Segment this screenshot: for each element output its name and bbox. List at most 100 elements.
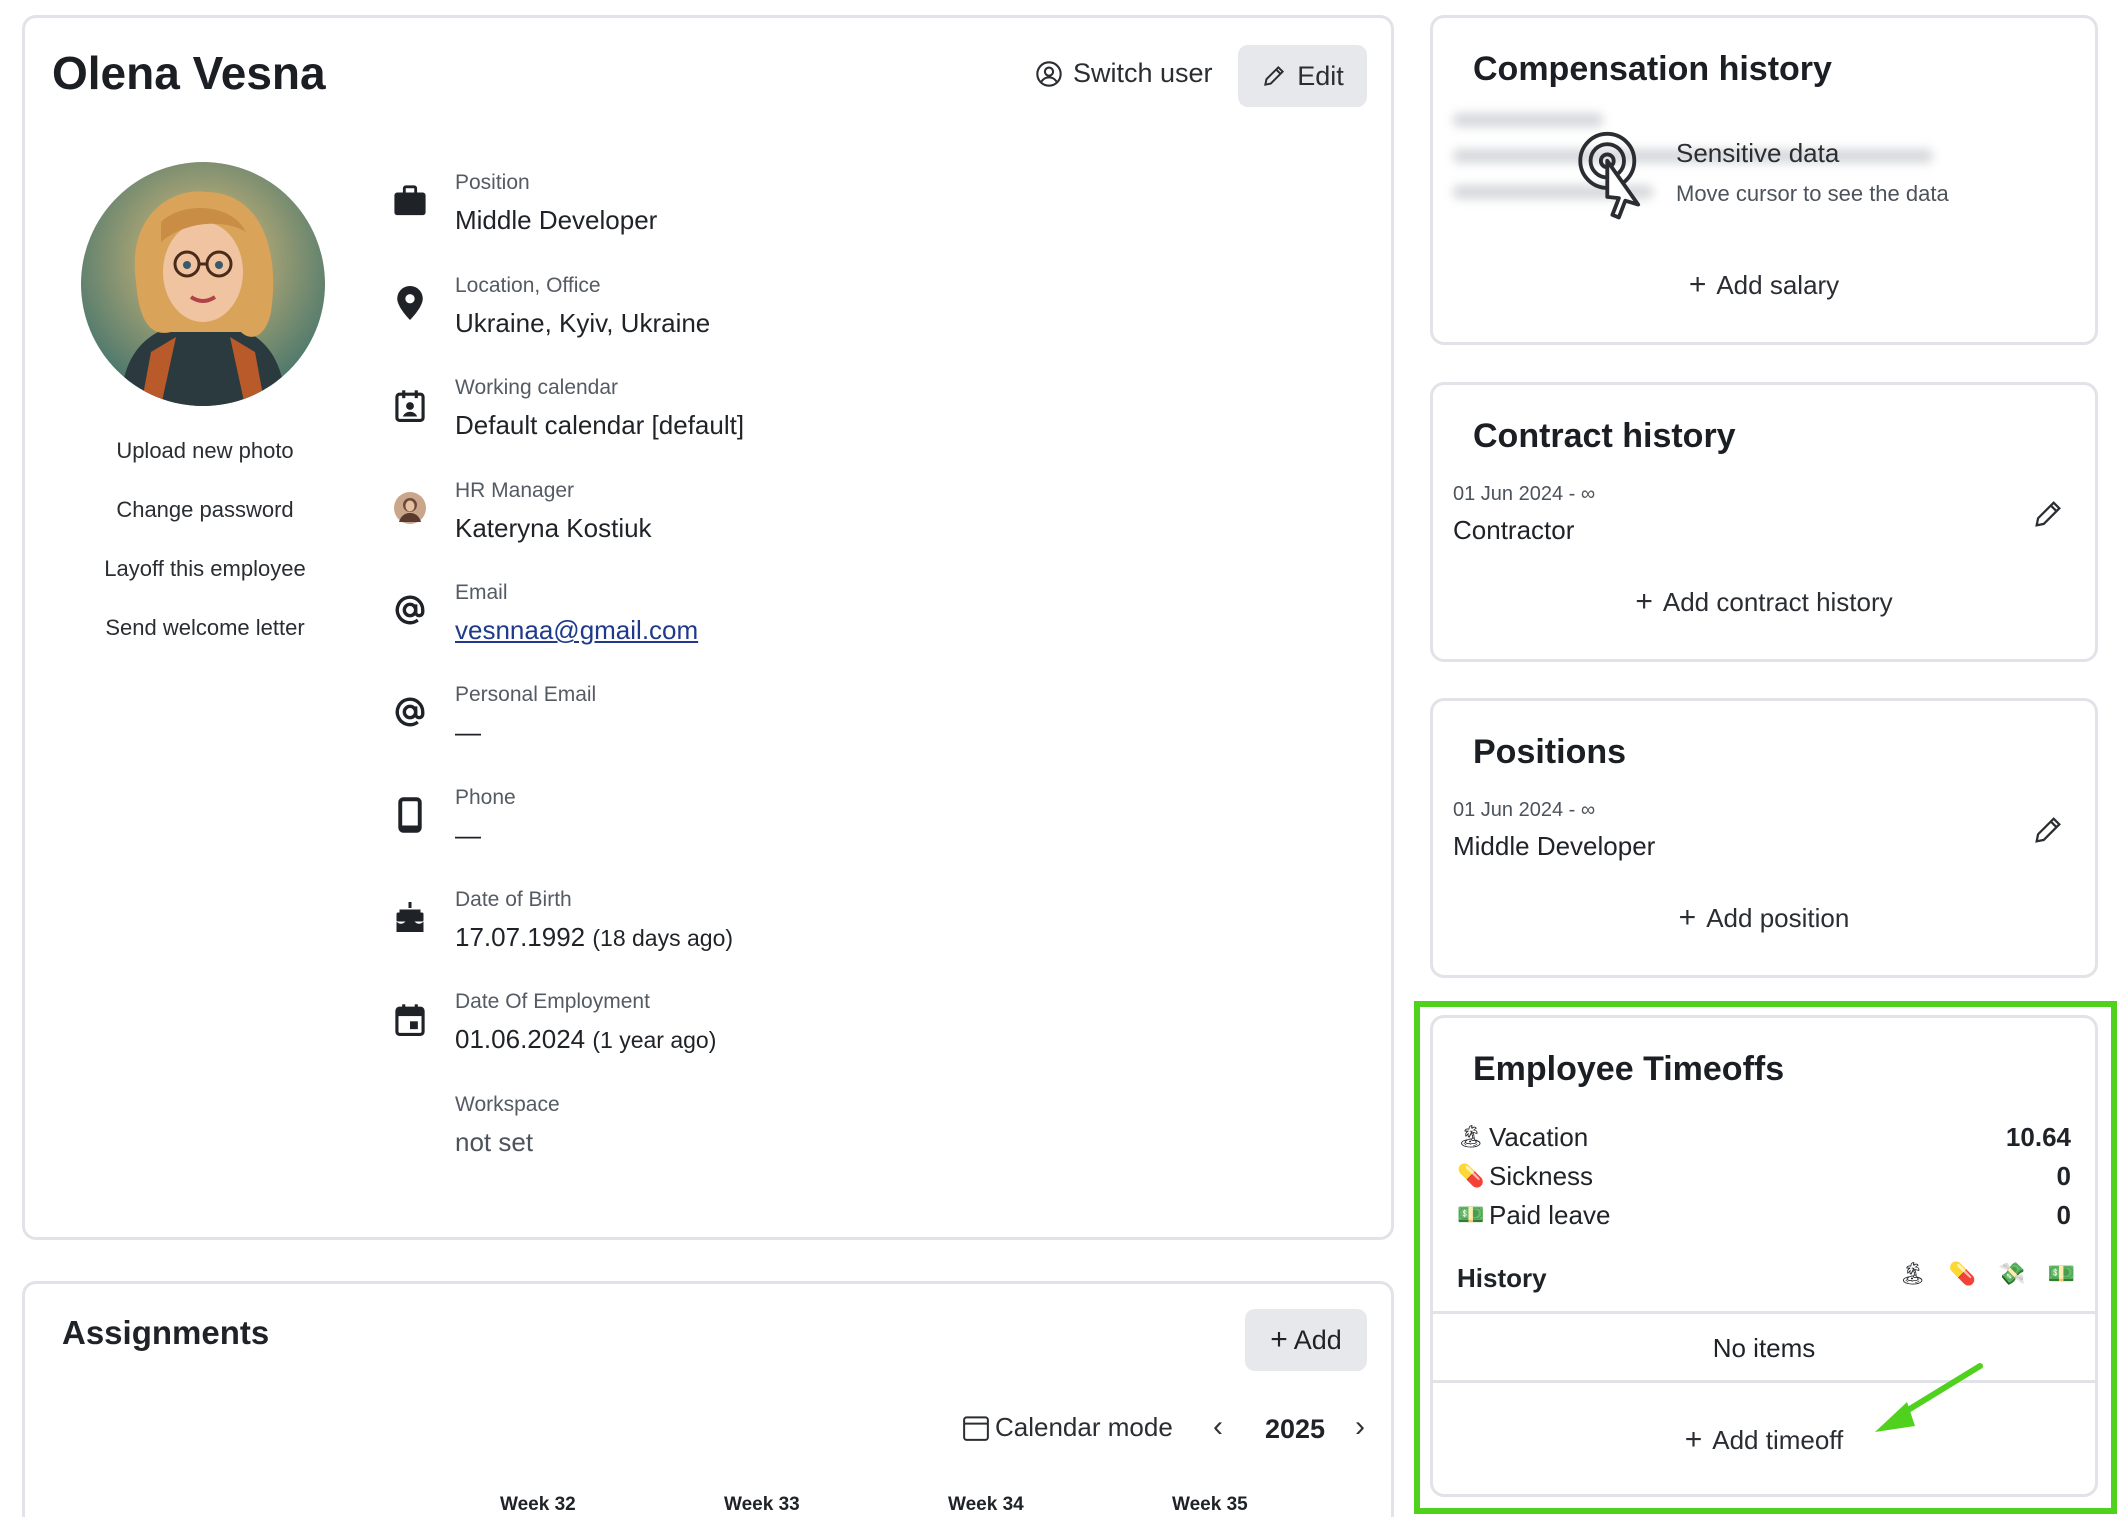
divider xyxy=(1433,1380,2095,1383)
briefcase-icon xyxy=(390,181,430,221)
dob-field: Date of Birth 17.07.1992 (18 days ago) xyxy=(455,888,1155,953)
week-header: Week 35 xyxy=(1172,1494,1248,1515)
timeoff-row-paid-leave: 💵 Paid leave 0 xyxy=(1457,1196,2071,1234)
timeoff-balance: 10.64 xyxy=(2005,1121,2071,1152)
touch-cursor-icon xyxy=(1578,131,1641,220)
add-position-label: Add position xyxy=(1706,903,1850,933)
employment-date-label: Date Of Employment xyxy=(455,990,650,1013)
profile-actions: Upload new photo Change password Layoff … xyxy=(45,438,365,674)
compensation-history-card: Compensation history Sensitive data Move… xyxy=(1430,15,2098,345)
switch-user-button[interactable]: Switch user xyxy=(1035,58,1213,89)
plus-icon: + xyxy=(1688,268,1707,301)
upload-photo-link[interactable]: Upload new photo xyxy=(45,438,365,497)
position-value: Middle Developer xyxy=(455,205,658,235)
palm-tree-icon: 🏝 xyxy=(1457,1124,1485,1149)
user-circle-icon xyxy=(1036,60,1062,87)
edit-pencil-icon[interactable] xyxy=(2031,497,2065,531)
timeoff-balance: 0 xyxy=(2056,1160,2071,1191)
positions-title: Positions xyxy=(1473,733,1627,771)
add-contract-history-button[interactable]: + Add contract history xyxy=(1433,585,2095,619)
employee-timeoffs-card: Employee Timeoffs 🏝 Vacation 10.64 💊 Sic… xyxy=(1430,1015,2098,1497)
position-name: Middle Developer xyxy=(1453,831,1656,861)
blurred-salary-data[interactable] xyxy=(1453,113,2073,233)
working-calendar-field: Working calendar Default calendar [defau… xyxy=(455,376,1155,441)
personal-email-label: Personal Email xyxy=(455,683,597,706)
money-wings-icon[interactable]: 💸 xyxy=(1998,1261,2025,1287)
add-salary-label: Add salary xyxy=(1716,270,1840,300)
empty-state: No items xyxy=(1712,1333,1816,1363)
add-position-button[interactable]: + Add position xyxy=(1433,901,2095,935)
position-field: Position Middle Developer xyxy=(455,171,1155,236)
dob-label: Date of Birth xyxy=(455,888,572,911)
money-icon[interactable]: 💵 xyxy=(2048,1261,2075,1287)
workspace-field: Workspace not set xyxy=(455,1093,1155,1158)
timeoff-type: Vacation xyxy=(1489,1121,1589,1152)
timeoff-row-vacation: 🏝 Vacation 10.64 xyxy=(1457,1118,2071,1156)
contract-type: Contractor xyxy=(1453,515,1575,545)
layoff-employee-link[interactable]: Layoff this employee xyxy=(45,556,365,615)
workspace-label: Workspace xyxy=(455,1093,560,1116)
week-header: Week 33 xyxy=(724,1494,800,1515)
location-label: Location, Office xyxy=(455,274,601,297)
edit-button[interactable]: Edit xyxy=(1238,45,1367,107)
personal-email-value: — xyxy=(455,717,481,747)
location-pin-icon xyxy=(390,283,430,323)
pill-icon[interactable]: 💊 xyxy=(1949,1261,1976,1287)
employment-date-value: 01.06.2024 xyxy=(455,1024,586,1054)
email-link[interactable]: vesnnaa@gmail.com xyxy=(455,615,698,645)
phone-value: — xyxy=(455,820,481,850)
timeoff-balance: 0 xyxy=(2056,1199,2071,1230)
employment-relative: (1 year ago) xyxy=(592,1027,717,1053)
at-icon xyxy=(390,692,430,732)
calendar-icon xyxy=(390,1000,430,1040)
positions-card: Positions 01 Jun 2024 - ∞ Middle Develop… xyxy=(1430,698,2098,978)
personal-email-field: Personal Email — xyxy=(455,683,1155,748)
hr-manager-avatar xyxy=(390,488,430,528)
pencil-icon xyxy=(1264,65,1285,86)
hr-manager-field: HR Manager Kateryna Kostiuk xyxy=(455,479,1155,544)
add-assignment-button[interactable]: + Add xyxy=(1245,1309,1367,1371)
contract-history-card: Contract history 01 Jun 2024 - ∞ Contrac… xyxy=(1430,382,2098,662)
sensitive-data-hint: Move cursor to see the data xyxy=(1676,181,1949,206)
send-welcome-letter-link[interactable]: Send welcome letter xyxy=(45,615,365,674)
add-timeoff-button[interactable]: + Add timeoff xyxy=(1433,1423,2095,1457)
timeoff-row-sickness: 💊 Sickness 0 xyxy=(1457,1157,2071,1195)
hr-manager-label: HR Manager xyxy=(455,479,575,502)
add-assignment-label: Add xyxy=(1293,1324,1342,1355)
week-header: Week 34 xyxy=(948,1494,1024,1515)
assignments-card: Assignments + Add Calendar mode ‹ 2025 ›… xyxy=(22,1281,1394,1517)
phone-field: Phone — xyxy=(455,786,1155,851)
dob-relative: (18 days ago) xyxy=(592,925,734,951)
avatar[interactable] xyxy=(81,162,325,406)
position-date-range: 01 Jun 2024 - ∞ xyxy=(1453,799,1596,821)
week-header: Week 32 xyxy=(500,1494,576,1515)
cake-icon xyxy=(390,897,430,937)
hr-manager-value[interactable]: Kateryna Kostiuk xyxy=(455,513,1155,544)
switch-user-label: Switch user xyxy=(1073,58,1213,88)
add-salary-button[interactable]: + Add salary xyxy=(1433,268,2095,302)
change-password-link[interactable]: Change password xyxy=(45,497,365,556)
dob-value: 17.07.1992 xyxy=(455,922,586,952)
chevron-left-icon[interactable]: ‹ xyxy=(1213,1410,1223,1444)
edit-pencil-icon[interactable] xyxy=(2031,813,2065,847)
phone-icon xyxy=(390,795,430,835)
contract-title: Contract history xyxy=(1473,417,1736,455)
divider xyxy=(1433,1311,2095,1314)
plus-icon: + xyxy=(1678,901,1697,934)
at-icon xyxy=(390,590,430,630)
employee-name: Olena Vesna xyxy=(52,47,326,99)
phone-label: Phone xyxy=(455,786,516,809)
working-calendar-value: Default calendar [default] xyxy=(455,410,745,440)
edit-label: Edit xyxy=(1297,60,1344,91)
chevron-right-icon[interactable]: › xyxy=(1355,1410,1365,1444)
calendar-mode-toggle[interactable]: Calendar mode xyxy=(961,1412,1173,1443)
palm-tree-icon[interactable]: 🏝 xyxy=(1899,1261,1927,1287)
calendar-outline-icon xyxy=(963,1415,989,1441)
history-label: History xyxy=(1457,1263,1547,1293)
timeoffs-title: Employee Timeoffs xyxy=(1473,1050,1785,1088)
profile-photo xyxy=(81,162,325,406)
location-field: Location, Office Ukraine, Kyiv, Ukraine xyxy=(455,274,1155,339)
year-label: 2025 xyxy=(1265,1414,1326,1444)
assignments-title: Assignments xyxy=(62,1314,270,1351)
history-filters: 🏝 💊 💸 💵 xyxy=(1899,1261,2075,1287)
